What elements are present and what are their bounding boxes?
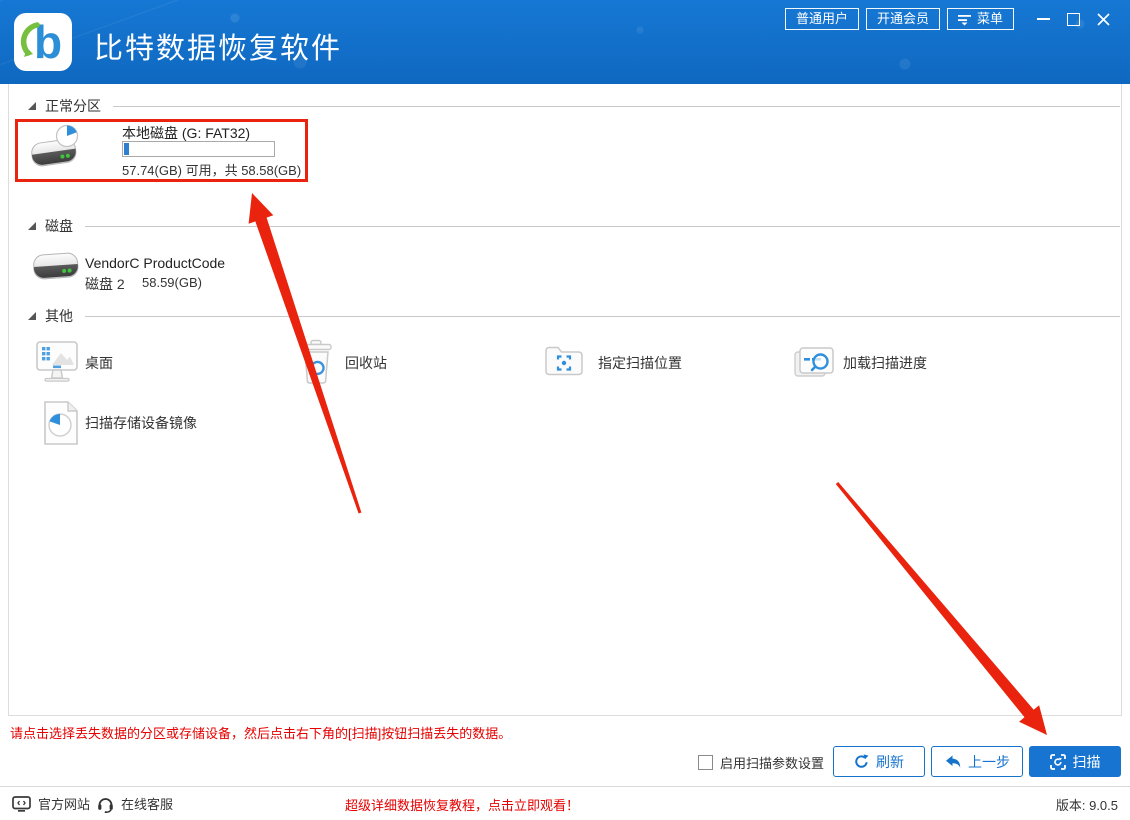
version-label: 版本: 9.0.5 bbox=[1055, 798, 1118, 813]
tile-label: 扫描存储设备镜像 bbox=[85, 415, 197, 431]
menu-label: 菜单 bbox=[976, 11, 1003, 26]
section-other: 其他 bbox=[28, 306, 1120, 326]
official-site-link[interactable]: 官方网站 bbox=[12, 794, 90, 813]
back-arrow-icon bbox=[946, 755, 961, 768]
disk-label: 磁盘 2 bbox=[85, 276, 125, 292]
tile-label: 指定扫描位置 bbox=[598, 355, 682, 371]
scan-params-checkbox-row: 启用扫描参数设置 bbox=[698, 753, 824, 772]
disk-size: 58.59(GB) bbox=[142, 275, 202, 290]
disk-drive-icon bbox=[33, 252, 79, 280]
close-button[interactable] bbox=[1088, 6, 1118, 32]
section-title: 其他 bbox=[45, 308, 73, 324]
scan-button[interactable]: 扫描 bbox=[1029, 746, 1121, 777]
hamburger-menu-icon bbox=[957, 13, 972, 26]
vip-button[interactable]: 开通会员 bbox=[865, 8, 940, 30]
recycle-bin-icon bbox=[301, 339, 332, 384]
collapse-triangle-icon[interactable] bbox=[28, 102, 36, 110]
partition-name: 本地磁盘 (G: FAT32) bbox=[122, 125, 251, 141]
tile-label: 回收站 bbox=[345, 355, 387, 371]
scan-params-label[interactable]: 启用扫描参数设置 bbox=[720, 753, 824, 772]
website-icon bbox=[12, 795, 31, 812]
refresh-button[interactable]: 刷新 bbox=[833, 746, 925, 777]
minimize-icon bbox=[1036, 18, 1050, 20]
app-window: b 比特数据恢复软件 普通用户 开通会员 菜单 正常分区 本地磁盘 (G: FA… bbox=[0, 0, 1130, 820]
partition-usage-fill bbox=[124, 143, 129, 155]
section-divider bbox=[85, 225, 1120, 227]
section-divider bbox=[113, 105, 1120, 107]
previous-step-button[interactable]: 上一步 bbox=[931, 746, 1023, 777]
footer-divider bbox=[0, 786, 1130, 787]
section-disks: 磁盘 bbox=[28, 216, 1120, 236]
collapse-triangle-icon[interactable] bbox=[28, 222, 36, 230]
online-support-link[interactable]: 在线客服 bbox=[97, 794, 173, 813]
partition-usage-bar bbox=[122, 141, 275, 157]
scan-icon bbox=[1049, 753, 1066, 770]
title-bar: b 比特数据恢复软件 普通用户 开通会员 菜单 bbox=[0, 0, 1130, 84]
user-type-label: 普通用户 bbox=[795, 11, 848, 26]
minimize-button[interactable] bbox=[1028, 6, 1058, 32]
app-logo-icon: b bbox=[14, 13, 72, 71]
official-site-label: 官方网站 bbox=[38, 797, 91, 812]
hint-text: 请点击选择丢失数据的分区或存储设备，然后点击右下角的[扫描]按钮扫描丢失的数据。 bbox=[10, 726, 512, 741]
maximize-icon bbox=[1066, 12, 1080, 26]
disk-name: VendorC ProductCode bbox=[85, 255, 226, 271]
target-folder-icon bbox=[545, 346, 583, 376]
collapse-triangle-icon[interactable] bbox=[28, 312, 36, 320]
section-divider bbox=[85, 315, 1120, 317]
scan-params-checkbox[interactable] bbox=[698, 755, 713, 770]
section-title: 磁盘 bbox=[45, 218, 73, 234]
close-icon bbox=[1096, 12, 1110, 26]
scan-label: 扫描 bbox=[1072, 753, 1101, 770]
headset-icon bbox=[98, 797, 113, 813]
section-normal-partition: 正常分区 bbox=[28, 96, 1120, 116]
section-title: 正常分区 bbox=[45, 98, 101, 114]
disk-image-icon bbox=[44, 401, 78, 445]
user-type-button[interactable]: 普通用户 bbox=[784, 8, 859, 30]
refresh-label: 刷新 bbox=[876, 753, 904, 770]
tile-label: 加载扫描进度 bbox=[843, 355, 927, 371]
maximize-button[interactable] bbox=[1058, 6, 1088, 32]
tile-label: 桌面 bbox=[85, 355, 113, 371]
menu-button[interactable]: 菜单 bbox=[946, 8, 1014, 30]
previous-step-label: 上一步 bbox=[968, 753, 1010, 770]
app-title: 比特数据恢复软件 bbox=[94, 33, 343, 65]
partition-disk-icon bbox=[31, 124, 79, 167]
online-support-label: 在线客服 bbox=[121, 797, 174, 812]
partition-size-info: 57.74(GB) 可用，共 58.58(GB) bbox=[122, 163, 302, 178]
desktop-icon bbox=[36, 341, 78, 382]
refresh-icon bbox=[855, 754, 869, 768]
titlebar-actions: 普通用户 开通会员 菜单 bbox=[778, 6, 1118, 32]
load-progress-icon bbox=[794, 347, 834, 377]
tutorial-link[interactable]: 超级详细数据恢复教程，点击立即观看！ bbox=[345, 795, 579, 814]
vip-label: 开通会员 bbox=[876, 11, 929, 26]
